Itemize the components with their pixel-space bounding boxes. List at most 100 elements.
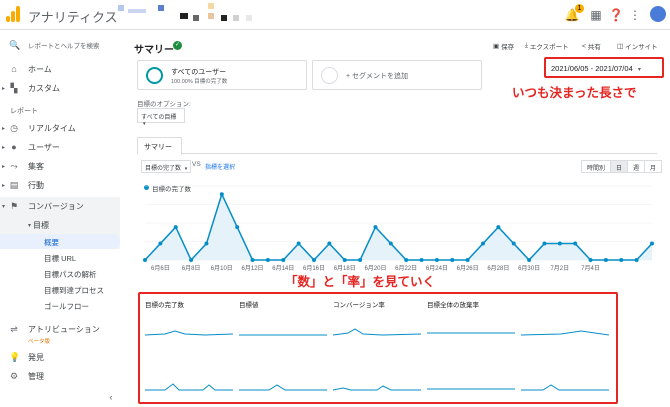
data-point[interactable]	[419, 258, 424, 262]
data-point[interactable]	[450, 258, 455, 262]
sidebar-item-behavior[interactable]: ▸ ▤ 行動	[0, 176, 127, 194]
goal-options-select[interactable]: すべての目標 ▾	[137, 108, 185, 127]
avatar[interactable]	[650, 6, 666, 22]
tab-summary[interactable]: サマリー	[137, 137, 182, 155]
data-point[interactable]	[265, 258, 270, 262]
data-point[interactable]	[481, 241, 485, 246]
metric-card-redacted-5[interactable]	[424, 350, 517, 398]
sidebar-item-home[interactable]: ⌂ ホーム	[0, 60, 127, 78]
metric-card-redacted-3[interactable]	[236, 350, 329, 398]
help-icon[interactable]: ❓	[608, 7, 624, 23]
sidebar-item-realtime[interactable]: ▸ ◷ リアルタイム	[0, 119, 127, 137]
data-point[interactable]	[527, 258, 532, 262]
data-point[interactable]	[250, 258, 255, 262]
data-point[interactable]	[189, 258, 194, 262]
data-point[interactable]	[542, 241, 547, 246]
sparkline	[333, 385, 421, 391]
data-point[interactable]	[219, 192, 224, 197]
insights-icon: ◫	[617, 43, 624, 50]
data-point[interactable]	[358, 258, 363, 262]
data-point[interactable]	[143, 258, 147, 262]
data-point[interactable]	[404, 258, 409, 262]
metric-card-conversion-rate[interactable]: コンバージョン率	[330, 295, 423, 343]
sidebar-item-label: コンバージョン	[28, 201, 84, 211]
expand-arrow-icon: ▾	[2, 203, 6, 210]
app-title: アナリティクス	[28, 10, 118, 25]
add-segment-button[interactable]: + セグメントを追加	[312, 60, 482, 90]
x-tick-label: 6月12日	[242, 265, 264, 272]
data-point[interactable]	[281, 258, 286, 262]
month-button[interactable]: 月	[644, 160, 663, 173]
expand-arrow-icon: ▾	[28, 222, 32, 229]
sidebar-item-admin[interactable]: ⚙ 管理	[0, 367, 127, 385]
main-content: サマリー ✓ ▣ 保存 ⤓ エクスポート < 共有 ◫ インサイト すべてのユー…	[127, 30, 670, 407]
x-tick-label: 6月6日	[151, 265, 170, 272]
more-vert-icon[interactable]: ⋮	[627, 7, 643, 23]
metric-card-goal-value[interactable]: 目標値	[236, 295, 329, 343]
save-button[interactable]: ▣ 保存	[493, 41, 514, 51]
week-button[interactable]: 週	[627, 160, 646, 173]
data-point[interactable]	[496, 225, 501, 230]
metric-select[interactable]: 目標の完了数 ▾	[141, 160, 192, 173]
collapse-sidebar-button[interactable]: ‹	[0, 388, 127, 406]
segment-name: すべてのユーザー	[171, 69, 227, 76]
data-point[interactable]	[511, 241, 516, 246]
data-point[interactable]	[204, 241, 209, 246]
search-field[interactable]: 🔍 レポートとヘルプを検索	[0, 36, 127, 54]
sidebar-item-custom[interactable]: ▸ ▚ カスタム	[0, 79, 127, 97]
data-point[interactable]	[158, 241, 163, 246]
metric-card-redacted-4[interactable]	[330, 350, 423, 398]
date-annotation-text: いつも決まった長さで	[512, 86, 637, 100]
report-tabs: サマリー	[137, 134, 657, 155]
data-point[interactable]	[603, 258, 608, 262]
sidebar-item-label: ホーム	[28, 64, 52, 74]
sidebar-item-label: 行動	[28, 180, 44, 190]
data-point[interactable]	[557, 241, 562, 246]
data-point[interactable]	[235, 225, 240, 230]
metric-card-title: 目標値	[239, 302, 259, 309]
sidebar-item-attribution[interactable]: ⇌ アトリビューション	[0, 318, 127, 340]
data-point[interactable]	[588, 258, 593, 262]
sidebar-item-goals[interactable]: 目標 ▾	[0, 216, 127, 234]
sidebar-subitem-goal-url[interactable]: 目標 URL	[44, 253, 76, 264]
data-point[interactable]	[327, 241, 332, 246]
sidebar-item-acquisition[interactable]: ▸ ⤳ 集客	[0, 157, 127, 175]
sidebar-item-audience[interactable]: ▸ ● ユーザー	[0, 138, 127, 156]
goal-completions-chart: 6月6日 6月8日 6月10日 6月12日 6月14日 6月16日 6月18日 6月20日 6月…	[143, 185, 654, 272]
data-point[interactable]	[312, 258, 316, 262]
metric-card-redacted-1[interactable]	[518, 295, 611, 343]
sidebar-subitem-goal-flow[interactable]: ゴールフロー	[44, 301, 89, 312]
data-point[interactable]	[296, 241, 301, 246]
export-button[interactable]: ⤓ エクスポート	[525, 41, 569, 51]
data-point[interactable]	[573, 241, 578, 246]
data-point[interactable]	[634, 258, 639, 262]
share-button[interactable]: < 共有	[582, 41, 601, 52]
metric-card-redacted-2[interactable]	[142, 350, 235, 398]
metric-card-abandonment-rate[interactable]: 目標全体の放棄率	[424, 295, 517, 343]
segment-all-users[interactable]: すべてのユーザー 100.00% 目標の完了数	[137, 60, 307, 90]
metric-card-goal-completions[interactable]: 目標の完了数	[142, 295, 235, 343]
apps-grid-icon[interactable]: ▦	[588, 7, 604, 23]
sidebar-subitem-overview[interactable]: 概要	[44, 237, 59, 248]
metric-card-redacted-6[interactable]	[518, 350, 611, 398]
export-icon: ⤓	[525, 42, 528, 49]
hourly-button[interactable]: 時間別	[581, 160, 612, 173]
data-point[interactable]	[465, 258, 470, 262]
data-point[interactable]	[650, 241, 654, 246]
day-button[interactable]: 日	[610, 160, 629, 173]
data-point[interactable]	[373, 225, 378, 230]
empty-segment-icon	[321, 67, 338, 84]
sidebar-subitem-funnel[interactable]: 目標到達プロセス	[44, 285, 104, 296]
metric-card-title: コンバージョン率	[333, 302, 385, 309]
data-point[interactable]	[342, 258, 347, 262]
sidebar-item-discover[interactable]: 💡 発見	[0, 348, 127, 366]
data-point[interactable]	[619, 258, 624, 262]
insights-button[interactable]: ◫ インサイト	[617, 41, 658, 51]
data-point[interactable]	[173, 225, 178, 230]
select-metric-link[interactable]: 指標を選択	[205, 162, 235, 171]
sidebar-subitem-reverse-goal-path[interactable]: 目標パスの解析	[44, 269, 97, 280]
data-point[interactable]	[388, 241, 393, 246]
behavior-icon: ▤	[9, 179, 19, 190]
sidebar-item-conversions[interactable]: ▾ ⚑ コンバージョン	[0, 197, 127, 215]
data-point[interactable]	[434, 258, 439, 262]
